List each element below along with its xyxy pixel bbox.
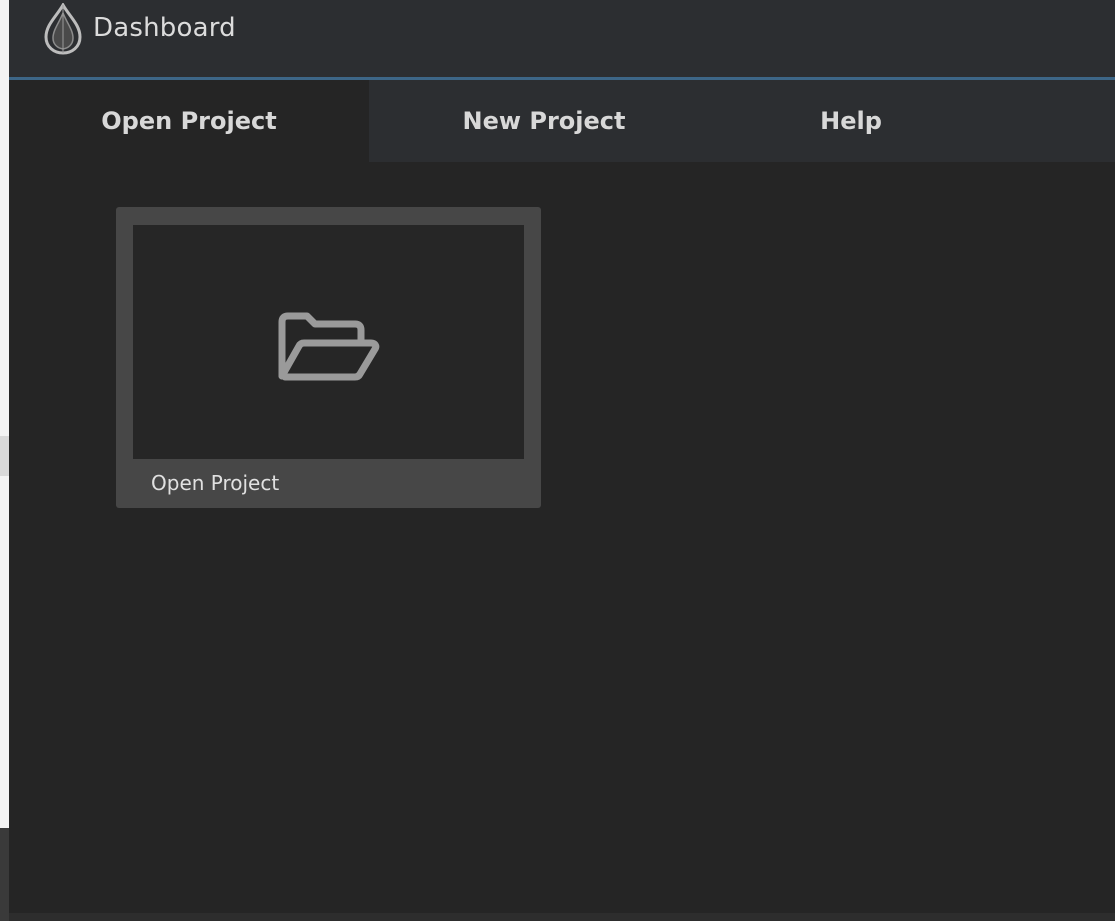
desktop-strip-segment — [0, 436, 9, 476]
screen: Dashboard Open Project New Project Help … — [0, 0, 1115, 921]
card-label: Open Project — [151, 471, 280, 495]
drop-logo-icon — [44, 3, 82, 55]
tab-new-project[interactable]: New Project — [369, 80, 719, 162]
dashboard-window: Dashboard Open Project New Project Help … — [9, 0, 1115, 921]
tab-help[interactable]: Help — [719, 80, 983, 162]
folder-open-icon — [278, 312, 380, 381]
desktop-strip-segment — [0, 828, 9, 921]
window-bottom-edge — [9, 913, 1115, 921]
title-bar: Dashboard — [9, 0, 1115, 77]
desktop-background-strip — [0, 0, 9, 921]
tab-content: Open Project — [9, 162, 1115, 921]
window-title: Dashboard — [93, 13, 236, 43]
open-project-card[interactable]: Open Project — [116, 207, 541, 508]
tab-bar: Open Project New Project Help — [9, 80, 1115, 162]
card-preview — [133, 225, 524, 459]
tab-open-project[interactable]: Open Project — [9, 80, 369, 162]
